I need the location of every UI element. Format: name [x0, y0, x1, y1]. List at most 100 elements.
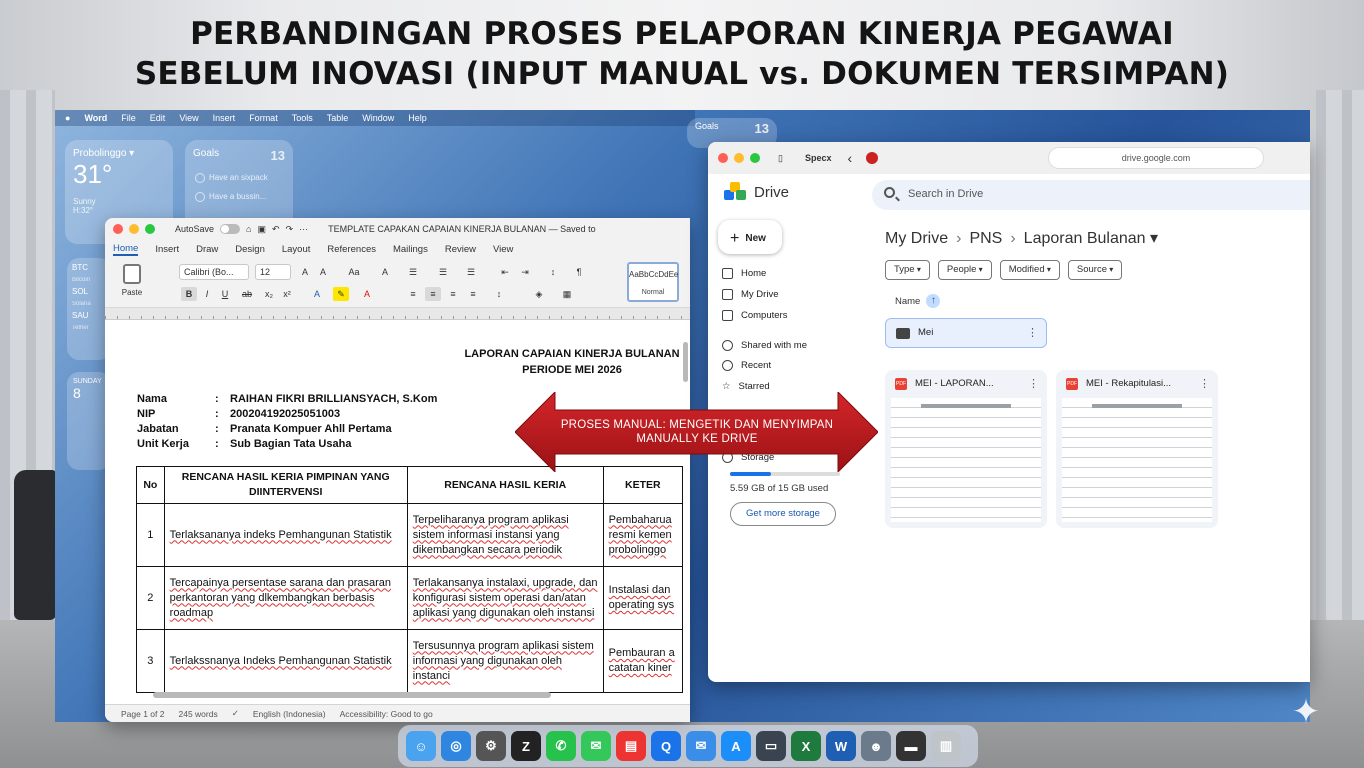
superscript-button[interactable]: x² — [279, 287, 295, 301]
italic-button[interactable]: I — [199, 287, 215, 301]
filter-type[interactable]: Type — [885, 260, 930, 280]
sort-by-name[interactable]: Name ↑ — [895, 294, 941, 308]
menu-help[interactable]: Help — [408, 113, 427, 123]
breadcrumb-pns[interactable]: PNS — [969, 230, 1002, 247]
decrease-font-icon[interactable]: A — [315, 265, 331, 279]
multilevel-list-icon[interactable]: ☰ — [463, 265, 479, 279]
qr-icon[interactable]: Q — [651, 731, 681, 761]
sidebar-item-recent[interactable]: Recent — [722, 360, 771, 371]
sort-icon[interactable]: ↕ — [545, 265, 561, 279]
minimize-button[interactable] — [129, 224, 139, 234]
calendar-icon[interactable]: ▤ — [616, 731, 646, 761]
menu-format[interactable]: Format — [249, 113, 278, 123]
align-left-icon[interactable]: ≡ — [405, 287, 421, 301]
safari-icon[interactable]: ◎ — [441, 731, 471, 761]
underline-button[interactable]: U — [217, 287, 233, 301]
change-case-icon[interactable]: Aa — [343, 265, 365, 279]
tab-design[interactable]: Design — [235, 244, 265, 255]
appstore-icon[interactable]: A — [721, 731, 751, 761]
settings-icon[interactable]: ⚙ — [476, 731, 506, 761]
proofing-icon[interactable]: ✓ — [232, 708, 239, 719]
word-icon[interactable]: W — [826, 731, 856, 761]
address-bar[interactable]: drive.google.com — [1048, 147, 1264, 169]
terminal-icon[interactable]: ▭ — [756, 731, 786, 761]
close-button[interactable] — [113, 224, 123, 234]
sidebar-item-shared[interactable]: Shared with me — [722, 340, 807, 351]
sidebar-item-home[interactable]: Home — [722, 268, 766, 279]
more-options-icon[interactable]: ⋮ — [1199, 377, 1210, 390]
minimize-button[interactable] — [734, 153, 744, 163]
justify-icon[interactable]: ≡ — [465, 287, 481, 301]
zoom-button[interactable] — [750, 153, 760, 163]
zoom-button[interactable] — [145, 224, 155, 234]
excel-icon[interactable]: X — [791, 731, 821, 761]
save-icon[interactable]: ▣ — [257, 224, 266, 235]
apple-icon[interactable]: ● — [65, 113, 70, 123]
tab-mailings[interactable]: Mailings — [393, 244, 428, 255]
style-normal[interactable]: AaBbCcDdEe Normal — [627, 262, 679, 302]
clear-format-icon[interactable]: A — [377, 265, 393, 279]
messages-icon[interactable]: ✉ — [581, 731, 611, 761]
subscript-button[interactable]: x₂ — [261, 287, 277, 301]
finder-icon[interactable]: ☺ — [406, 731, 436, 761]
sidebar-item-computers[interactable]: Computers — [722, 310, 787, 321]
menu-app-name[interactable]: Word — [84, 113, 107, 123]
breadcrumb-laporan-bulanan[interactable]: Laporan Bulanan ▾ — [1024, 230, 1158, 247]
bold-button[interactable]: B — [181, 287, 197, 301]
shading-icon[interactable]: ◈ — [531, 287, 547, 301]
align-center-icon[interactable]: ≡ — [425, 287, 441, 301]
document-page[interactable]: LAPORAN CAPAIAN KINERJA BULANAN PERIODE … — [117, 326, 683, 706]
menu-view[interactable]: View — [179, 113, 198, 123]
filter-modified[interactable]: Modified — [999, 260, 1060, 280]
accessibility-status[interactable]: Accessibility: Good to go — [340, 709, 433, 719]
close-button[interactable] — [718, 153, 728, 163]
font-color-icon[interactable]: A — [359, 287, 375, 301]
extension-icon[interactable] — [866, 152, 879, 164]
language-status[interactable]: English (Indonesia) — [253, 709, 326, 719]
bullets-icon[interactable]: ☰ — [405, 265, 421, 279]
mail-icon[interactable]: ✉ — [686, 731, 716, 761]
menu-edit[interactable]: Edit — [150, 113, 166, 123]
font-size-select[interactable]: 12 — [255, 264, 291, 280]
paragraph-marks-icon[interactable]: ¶ — [571, 265, 587, 279]
more-icon[interactable]: ··· — [299, 224, 308, 234]
menu-tools[interactable]: Tools — [292, 113, 313, 123]
folder-item[interactable]: Mei ⋮ — [885, 318, 1047, 348]
menu-file[interactable]: File — [121, 113, 136, 123]
filter-source[interactable]: Source — [1067, 260, 1123, 280]
page-count[interactable]: Page 1 of 2 — [121, 709, 164, 719]
sidebar-toggle-icon[interactable]: ▯ — [778, 153, 783, 164]
file-card[interactable]: PDF MEI - LAPORAN... ⋮ — [885, 370, 1047, 528]
numbering-icon[interactable]: ☰ — [435, 265, 451, 279]
line-spacing-icon[interactable]: ↕ — [491, 287, 507, 301]
goal-item[interactable]: Have a bussin... — [193, 192, 285, 202]
new-button[interactable]: + New — [718, 220, 782, 254]
search-input[interactable]: Search in Drive — [872, 180, 1310, 210]
photo-icon[interactable]: ☻ — [861, 731, 891, 761]
tab-references[interactable]: References — [327, 244, 376, 255]
editor-icon[interactable]: Z — [511, 731, 541, 761]
file-card[interactable]: PDF MEI - Rekapitulasi... ⋮ — [1056, 370, 1218, 528]
increase-indent-icon[interactable]: ⇥ — [517, 265, 533, 279]
get-more-storage-button[interactable]: Get more storage — [730, 502, 836, 526]
tab-home[interactable]: Home — [113, 243, 139, 256]
sidebar-item-starred[interactable]: ☆ Starred — [722, 381, 770, 392]
breadcrumb-my-drive[interactable]: My Drive — [885, 230, 948, 247]
tab-view[interactable]: View — [493, 244, 513, 255]
highlight-icon[interactable]: ✎ — [333, 287, 349, 301]
home-icon[interactable]: ⌂ — [246, 224, 251, 234]
menu-window[interactable]: Window — [362, 113, 394, 123]
autosave-toggle[interactable] — [220, 224, 241, 234]
vertical-scrollbar[interactable] — [683, 342, 688, 382]
filter-people[interactable]: People — [937, 260, 992, 280]
profile-switcher[interactable]: Specx — [805, 153, 832, 163]
more-options-icon[interactable]: ⋮ — [1028, 377, 1039, 390]
drive-logo[interactable]: Drive — [724, 182, 789, 202]
tab-insert[interactable]: Insert — [155, 244, 179, 255]
menu-table[interactable]: Table — [327, 113, 349, 123]
redo-icon[interactable]: ↷ — [286, 224, 294, 235]
text-effects-icon[interactable]: A — [309, 287, 325, 301]
goal-item[interactable]: Have an sixpack — [193, 173, 285, 183]
trash-icon[interactable]: ▥ — [931, 731, 961, 761]
font-family-select[interactable]: Calibri (Bo... — [179, 264, 249, 280]
